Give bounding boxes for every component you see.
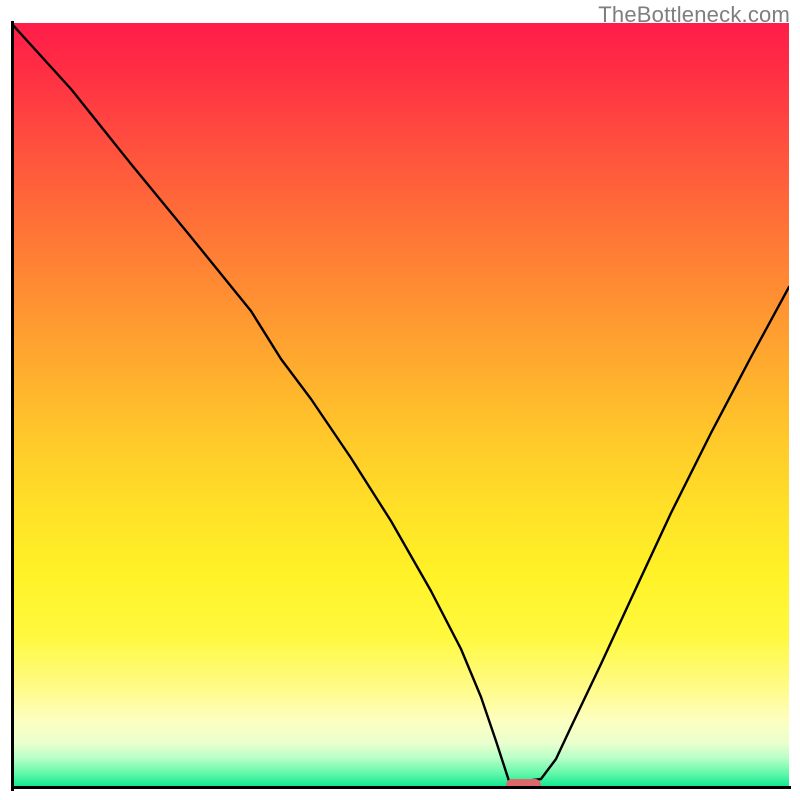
chart-container: TheBottleneck.com [0, 0, 800, 800]
x-axis [11, 786, 791, 789]
plot-area [11, 23, 789, 789]
y-axis [11, 21, 14, 791]
gradient-background [11, 23, 789, 789]
